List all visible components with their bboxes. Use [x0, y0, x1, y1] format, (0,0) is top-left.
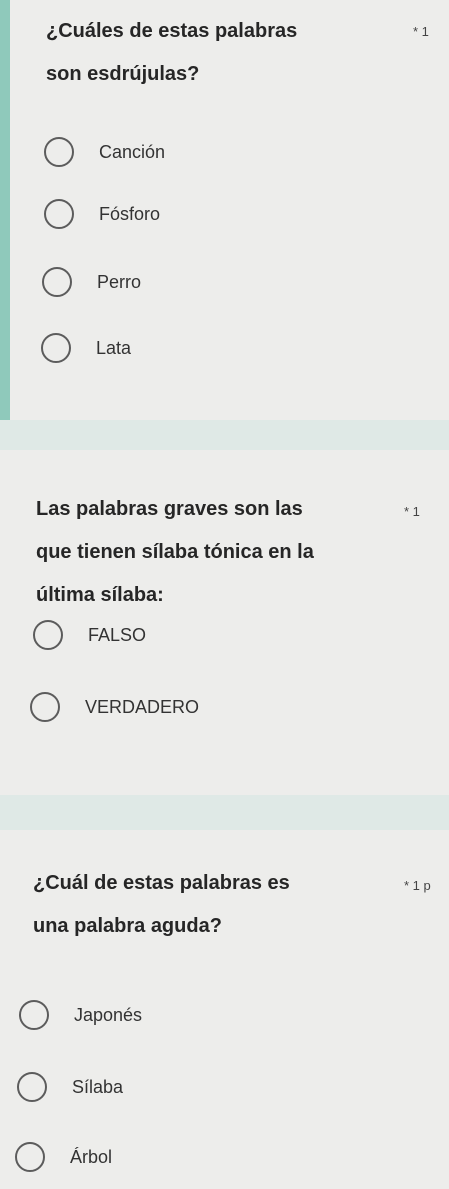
option-verdadero[interactable]: VERDADERO — [30, 689, 199, 725]
radio-button[interactable] — [30, 692, 60, 722]
required-mark: * 1 — [404, 504, 420, 519]
option-label: FALSO — [88, 624, 147, 645]
option-label: Canción — [99, 141, 166, 162]
option-falso[interactable]: FALSO — [33, 617, 146, 653]
question-title-line: ¿Cuáles de estas palabras — [46, 20, 298, 42]
option-lata[interactable]: Lata — [41, 330, 131, 366]
question-title-line: ¿Cuál de estas palabras es — [33, 872, 290, 894]
radio-button[interactable] — [19, 1000, 49, 1030]
question-title-1: ¿Cuáles de estas palabras son esdrújulas… — [46, 10, 297, 96]
question-title-line: última sílaba: — [36, 584, 164, 606]
radio-button[interactable] — [33, 620, 63, 650]
option-silaba[interactable]: Sílaba — [17, 1069, 123, 1105]
radio-button[interactable] — [44, 137, 74, 167]
question-title-line: son esdrújulas? — [46, 63, 200, 85]
option-label: Sílaba — [72, 1076, 124, 1097]
required-mark: * 1 — [413, 24, 429, 39]
radio-button[interactable] — [15, 1142, 45, 1172]
question-card-2: Las palabras graves son las que tienen s… — [0, 450, 449, 795]
option-label: Lata — [96, 337, 132, 358]
radio-button[interactable] — [44, 199, 74, 229]
option-label: Japonés — [74, 1004, 143, 1025]
option-label: Perro — [97, 271, 142, 292]
radio-button[interactable] — [17, 1072, 47, 1102]
option-japones[interactable]: Japonés — [19, 997, 142, 1033]
option-perro[interactable]: Perro — [42, 264, 141, 300]
question-title-3: ¿Cuál de estas palabras es una palabra a… — [33, 862, 290, 948]
radio-button[interactable] — [41, 333, 71, 363]
option-arbol[interactable]: Árbol — [15, 1139, 112, 1175]
question-title-line: una palabra aguda? — [33, 915, 222, 937]
question-title-line: Las palabras graves son las — [36, 498, 303, 520]
radio-button[interactable] — [42, 267, 72, 297]
question-card-3: ¿Cuál de estas palabras es una palabra a… — [0, 830, 449, 1189]
question-title-2: Las palabras graves son las que tienen s… — [36, 488, 314, 617]
question-card-1: ¿Cuáles de estas palabras son esdrújulas… — [0, 0, 449, 420]
required-mark: * 1 p — [404, 878, 431, 893]
option-cancion[interactable]: Canción — [44, 134, 165, 170]
option-label: VERDADERO — [85, 696, 200, 717]
option-label: Fósforo — [99, 203, 161, 224]
question-title-line: que tienen sílaba tónica en la — [36, 541, 314, 563]
option-label: Árbol — [70, 1146, 113, 1167]
option-fosforo[interactable]: Fósforo — [44, 196, 160, 232]
